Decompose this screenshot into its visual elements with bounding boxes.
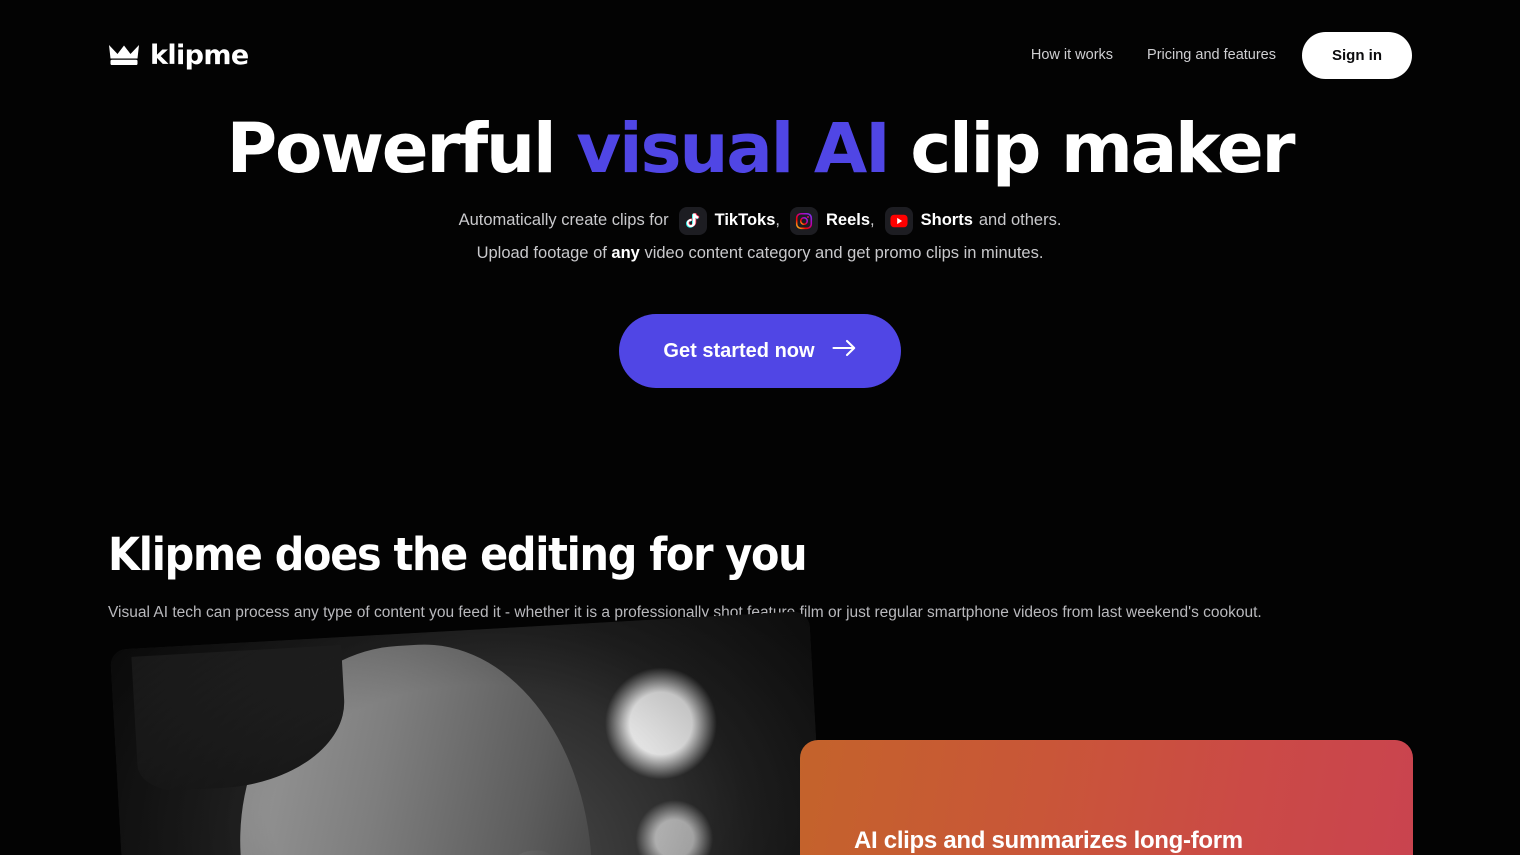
youtube-icon (884, 206, 913, 235)
photo-vignette (110, 610, 832, 855)
main-nav: How it works Pricing and features Sign i… (1031, 31, 1412, 79)
tiktok-icon (678, 206, 707, 235)
platform-label-tiktoks: TikToks (714, 211, 776, 229)
hero-subtitle2-bold: any (611, 244, 640, 262)
nav-item-pricing-and-features[interactable]: Pricing and features (1147, 47, 1276, 63)
feature-card-ai-clips[interactable]: AI clips and summarizes long-form (800, 740, 1413, 855)
platform-shorts: Shorts (875, 205, 973, 236)
hero-title-part1: Powerful (226, 109, 577, 189)
hero-cta-wrapper: Get started now (0, 314, 1520, 388)
portrait-photo-card (110, 610, 832, 855)
hero-title-part2: clip maker (888, 109, 1295, 189)
get-started-button[interactable]: Get started now (619, 314, 901, 388)
hero-subtitle-line1: Automatically create clips for TikToks, (0, 205, 1520, 236)
landing-page: klipme How it works Pricing and features… (0, 0, 1520, 855)
platform-label-reels: Reels (825, 211, 871, 229)
hero-title: Powerful visual AI clip maker (0, 104, 1520, 194)
hero-subtitle-prefix: Automatically create clips for (458, 211, 669, 229)
brand-logo[interactable]: klipme (108, 40, 249, 71)
platform-reels: Reels, (780, 205, 875, 236)
instagram-icon (789, 206, 818, 235)
editing-section: Klipme does the editing for you Visual A… (108, 528, 1428, 625)
platform-tiktok: TikToks, (669, 205, 780, 236)
site-header: klipme How it works Pricing and features… (0, 0, 1520, 110)
hero-subtitle-line2: Upload footage of any video content cate… (0, 238, 1520, 269)
hero-section: Powerful visual AI clip maker Automatica… (0, 104, 1520, 388)
hero-title-accent: visual AI (576, 109, 891, 189)
hero-subtitle-suffix: and others. (978, 211, 1062, 229)
sign-in-button[interactable]: Sign in (1302, 31, 1412, 79)
klipme-crown-mark-icon (108, 44, 140, 66)
nav-item-how-it-works[interactable]: How it works (1031, 47, 1113, 63)
portrait-photo-image (110, 610, 832, 855)
brand-name: klipme (150, 39, 249, 71)
platform-label-shorts: Shorts (920, 211, 973, 229)
hero-subtitle2-before: Upload footage of (476, 244, 612, 262)
get-started-label: Get started now (663, 339, 815, 362)
section-title: Klipme does the editing for you (108, 528, 808, 581)
hero-subtitle2-after: video content category and get promo cli… (639, 244, 1044, 262)
arrow-right-icon (832, 339, 857, 363)
feature-card-title: AI clips and summarizes long-form (854, 827, 1243, 854)
